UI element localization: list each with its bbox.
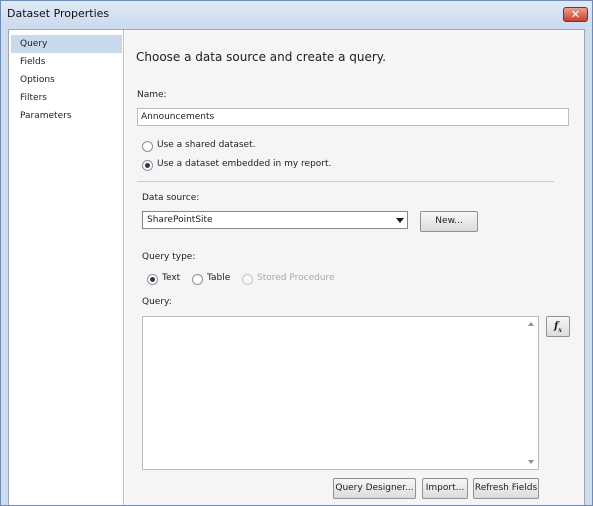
sidebar-item-parameters[interactable]: Parameters — [11, 107, 122, 125]
scroll-up-arrow-icon[interactable] — [528, 322, 534, 326]
query-type-stored-procedure-label: Stored Procedure — [257, 273, 335, 283]
sidebar-item-fields[interactable]: Fields — [11, 53, 122, 71]
query-type-label: Query type: — [142, 252, 196, 262]
dialog-body: Query Fields Options Filters Parameters … — [8, 29, 585, 505]
refresh-fields-button[interactable]: Refresh Fields — [473, 478, 539, 499]
import-button[interactable]: Import... — [422, 478, 468, 499]
function-fx-icon: fx — [554, 321, 562, 334]
close-icon: ✕ — [570, 8, 581, 21]
query-type-table-label: Table — [207, 273, 231, 283]
name-input[interactable] — [137, 108, 569, 126]
shared-dataset-radio[interactable] — [142, 141, 153, 152]
new-data-source-button[interactable]: New... — [420, 211, 478, 232]
close-button[interactable]: ✕ — [563, 7, 588, 22]
embedded-dataset-radio[interactable] — [142, 160, 153, 171]
query-designer-button[interactable]: Query Designer... — [333, 478, 416, 499]
shared-dataset-label: Use a shared dataset. — [157, 140, 256, 150]
sidebar-item-filters[interactable]: Filters — [11, 89, 122, 107]
divider — [137, 181, 554, 182]
sidebar-item-query[interactable]: Query — [11, 35, 122, 53]
query-text-area[interactable] — [142, 316, 539, 470]
dataset-properties-dialog: Dataset Properties ✕ Query Fields Option… — [0, 0, 593, 506]
query-page: Choose a data source and create a query.… — [125, 30, 584, 505]
embedded-dataset-label: Use a dataset embedded in my report. — [157, 159, 332, 169]
data-source-value: SharePointSite — [147, 215, 213, 225]
query-type-stored-procedure-radio — [242, 274, 253, 285]
expression-button[interactable]: fx — [546, 316, 570, 337]
page-heading: Choose a data source and create a query. — [136, 50, 387, 64]
query-type-text-label: Text — [162, 273, 181, 283]
title-bar: Dataset Properties ✕ — [1, 1, 592, 27]
scroll-down-arrow-icon[interactable] — [528, 460, 534, 464]
query-label: Query: — [142, 297, 172, 307]
data-source-label: Data source: — [142, 193, 200, 203]
query-type-table-radio[interactable] — [192, 274, 203, 285]
query-type-text-radio[interactable] — [147, 274, 158, 285]
name-label: Name: — [137, 90, 167, 100]
data-source-select[interactable]: SharePointSite — [142, 211, 408, 229]
sidebar-nav: Query Fields Options Filters Parameters — [9, 30, 124, 505]
chevron-down-icon — [396, 218, 404, 223]
sidebar-item-options[interactable]: Options — [11, 71, 122, 89]
window-title: Dataset Properties — [7, 7, 110, 20]
